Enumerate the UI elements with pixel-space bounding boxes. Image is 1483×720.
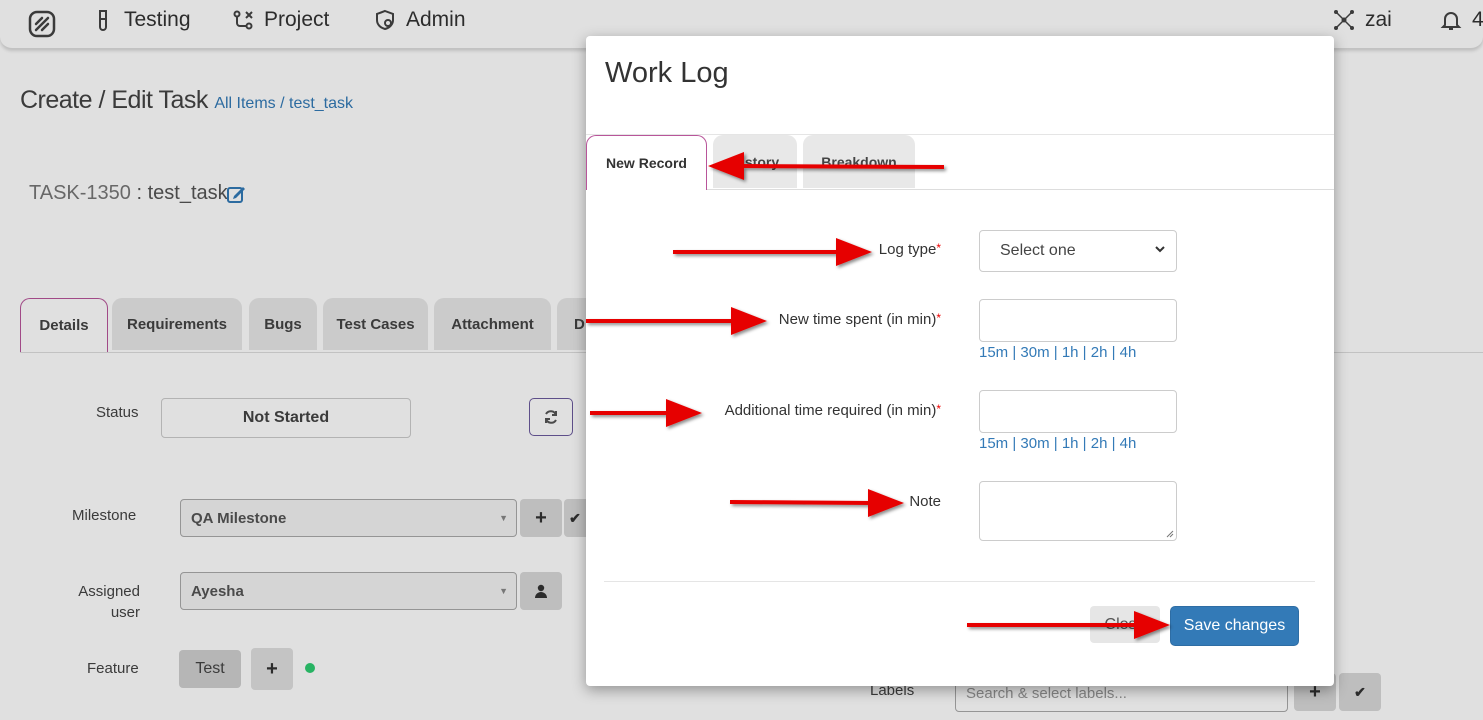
save-changes-button[interactable]: Save changes — [1170, 606, 1299, 646]
work-log-modal: Work Log New Record History Breakdown Lo… — [586, 36, 1334, 686]
required-marker: * — [936, 402, 941, 416]
note-label: Note — [909, 493, 941, 510]
required-marker: * — [936, 241, 941, 255]
additional-time-label: Additional time required (in min)* — [725, 402, 941, 419]
close-button[interactable]: Close — [1090, 606, 1160, 643]
additional-time-quick-picks[interactable]: 15m | 30m | 1h | 2h | 4h — [979, 435, 1136, 452]
chevron-down-icon — [1155, 246, 1165, 253]
resize-grip-icon[interactable] — [1166, 530, 1174, 538]
note-textarea[interactable] — [979, 481, 1177, 541]
additional-time-label-text: Additional time required (in min) — [724, 402, 937, 419]
log-type-label: Log type* — [879, 241, 941, 258]
log-type-placeholder: Select one — [1000, 242, 1076, 259]
log-type-label-text: Log type — [878, 241, 937, 258]
modal-tabs: New Record History Breakdown — [586, 134, 1334, 190]
new-time-quick-picks[interactable]: 15m | 30m | 1h | 2h | 4h — [979, 344, 1136, 361]
new-time-label: New time spent (in min)* — [779, 311, 941, 328]
tab-breakdown[interactable]: Breakdown — [803, 135, 915, 188]
modal-title: Work Log — [605, 57, 729, 89]
new-time-input[interactable] — [979, 299, 1177, 342]
required-marker: * — [936, 311, 941, 325]
tab-history[interactable]: History — [713, 135, 797, 188]
additional-time-input[interactable] — [979, 390, 1177, 433]
new-time-label-text: New time spent (in min) — [778, 311, 937, 328]
modal-footer-divider — [604, 581, 1315, 582]
tab-new-record[interactable]: New Record — [586, 135, 707, 190]
log-type-select[interactable]: Select one — [979, 230, 1177, 272]
